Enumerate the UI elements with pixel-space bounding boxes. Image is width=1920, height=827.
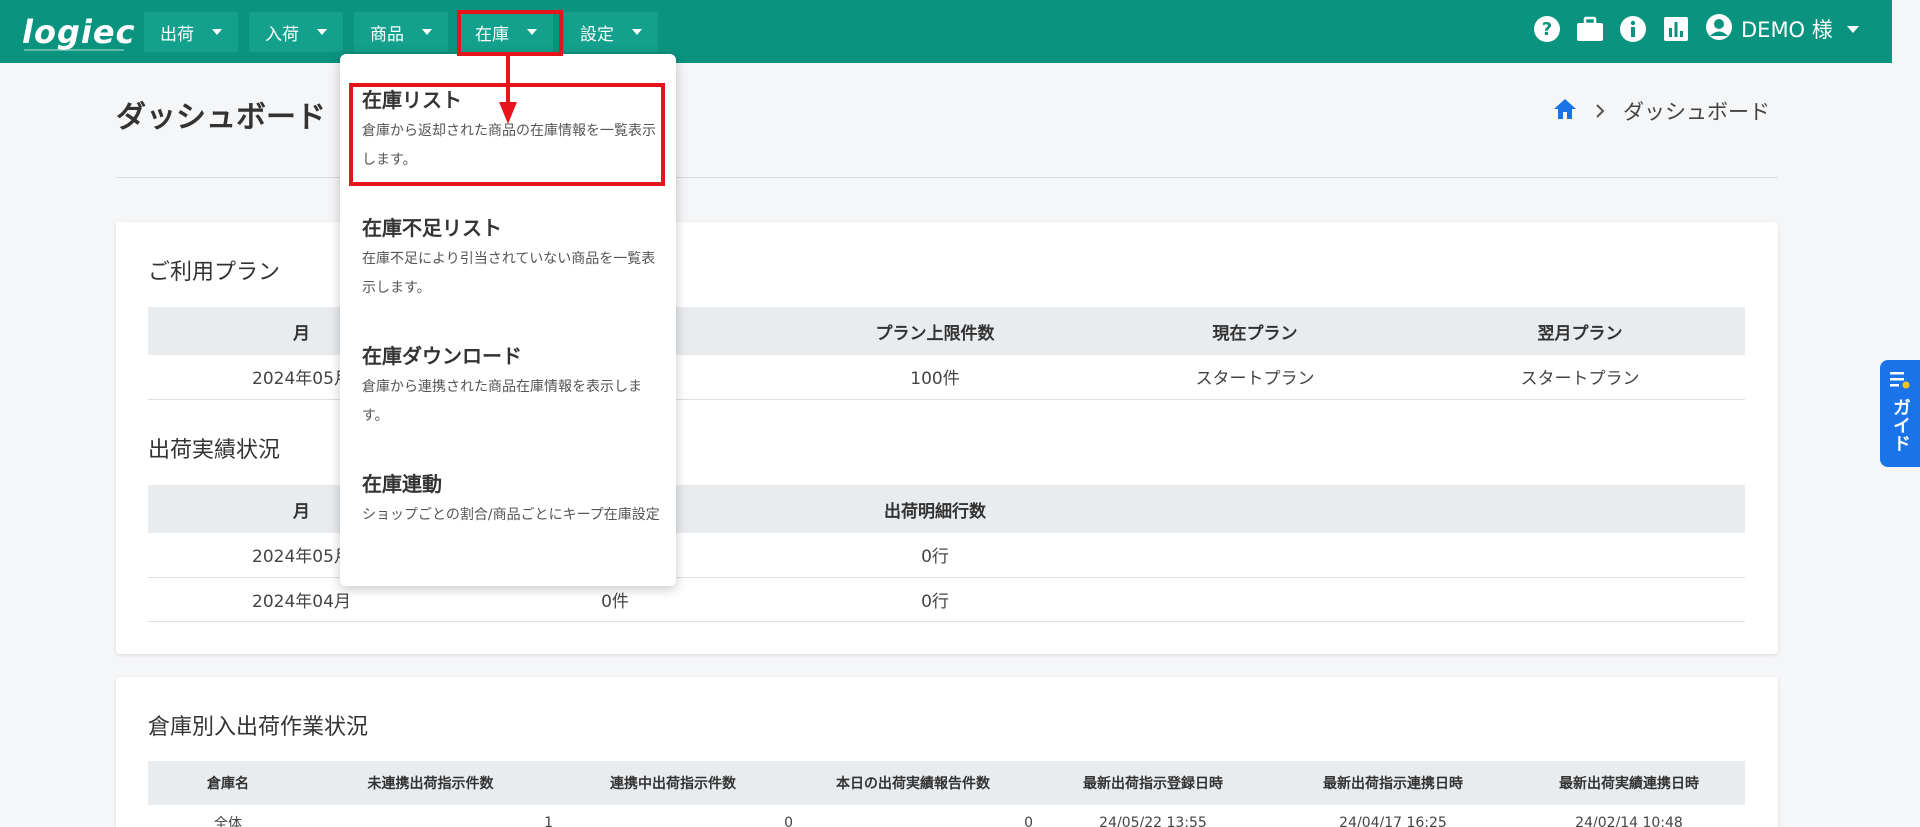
nav-label: 設定: [580, 24, 614, 45]
breadcrumb: ダッシュボード: [1553, 96, 1770, 126]
svg-text:?: ?: [1542, 19, 1552, 40]
top-navbar: logiec 出荷 入荷 商品 在庫 設定 ? DEMO 様: [0, 0, 1892, 63]
home-icon[interactable]: [1553, 98, 1577, 125]
chevron-down-icon: [422, 29, 432, 35]
warehouse-card: 倉庫別入出荷作業状況 倉庫名 未連携出荷指示件数 連携中出荷指示件数 本日の出荷…: [116, 677, 1778, 827]
table-cell: スタートプラン: [1415, 355, 1745, 400]
table-cell: 1: [308, 805, 553, 827]
page-title: ダッシュボード: [116, 100, 326, 135]
table-cell: 0行: [775, 533, 1095, 578]
table-cell: [1095, 577, 1745, 622]
chevron-down-icon: [632, 29, 642, 35]
menu-item-shortage-list[interactable]: 在庫不足リスト 在庫不足により引当されていない商品を一覧表示します。: [362, 212, 662, 303]
user-name: DEMO 様: [1741, 18, 1833, 42]
menu-item-desc: ショップごとの割合/商品ごとにキープ在庫設定: [362, 507, 660, 523]
table-row: 全体 1 0 0 24/05/22 13:55 24/04/17 16:25 2…: [148, 805, 1745, 827]
table-cell: 100件: [775, 355, 1095, 400]
briefcase-icon[interactable]: [1576, 15, 1604, 43]
menu-item-title: 在庫ダウンロード: [362, 344, 522, 368]
nav-products[interactable]: 商品: [354, 12, 448, 52]
warehouse-title: 倉庫別入出荷作業状況: [148, 715, 369, 740]
info-icon[interactable]: [1619, 15, 1647, 43]
menu-item-inventory-sync[interactable]: 在庫連動 ショップごとの割合/商品ごとにキープ在庫設定: [362, 468, 662, 530]
column-header: 倉庫名: [148, 761, 308, 805]
chevron-right-icon: [1595, 99, 1605, 123]
table-cell: 24/02/14 10:48: [1513, 805, 1745, 827]
menu-item-title: 在庫連動: [362, 472, 442, 496]
nav-label: 入荷: [265, 24, 299, 45]
user-menu[interactable]: DEMO 様: [1705, 13, 1859, 45]
column-header: 出荷明細行数: [775, 485, 1095, 533]
column-header: 翌月プラン: [1415, 307, 1745, 355]
nav-shipping[interactable]: 出荷: [144, 12, 238, 52]
column-header: 最新出荷指示登録日時: [1033, 761, 1273, 805]
breadcrumb-current: ダッシュボード: [1623, 100, 1770, 124]
guide-tab[interactable]: ガイド: [1880, 360, 1920, 467]
table-cell: 0行: [775, 577, 1095, 622]
nav-label: 商品: [370, 24, 404, 45]
guide-label: ガイド: [1890, 398, 1911, 452]
help-icon[interactable]: ?: [1533, 15, 1561, 43]
table-cell: 0: [793, 805, 1033, 827]
column-header: 最新出荷実績連携日時: [1513, 761, 1745, 805]
menu-item-desc: 倉庫から連携された商品在庫情報を表示します。: [362, 379, 642, 424]
column-header: プラン上限件数: [775, 307, 1095, 355]
nav-settings[interactable]: 設定: [564, 12, 658, 52]
nav-receiving[interactable]: 入荷: [249, 12, 343, 52]
column-header: 現在プラン: [1095, 307, 1415, 355]
menu-item-desc: 在庫不足により引当されていない商品を一覧表示します。: [362, 251, 656, 296]
column-header: 本日の出荷実績報告件数: [793, 761, 1033, 805]
column-header: [1095, 485, 1745, 533]
shipping-title: 出荷実績状況: [148, 438, 281, 463]
column-header: 未連携出荷指示件数: [308, 761, 553, 805]
avatar-icon: [1705, 13, 1733, 46]
menu-item-inventory-download[interactable]: 在庫ダウンロード 倉庫から連携された商品在庫情報を表示します。: [362, 340, 662, 431]
list-icon: [1889, 370, 1911, 394]
warehouse-table: 倉庫名 未連携出荷指示件数 連携中出荷指示件数 本日の出荷実績報告件数 最新出荷…: [148, 761, 1745, 827]
chart-icon[interactable]: [1662, 15, 1690, 43]
chevron-down-icon: [212, 29, 222, 35]
plan-title: ご利用プラン: [148, 260, 281, 285]
menu-item-title: 在庫不足リスト: [362, 216, 502, 240]
table-cell: 0: [553, 805, 793, 827]
column-header: 最新出荷指示連携日時: [1273, 761, 1513, 805]
red-arrow-icon: [499, 52, 517, 124]
nav-label: 出荷: [160, 24, 194, 45]
column-header: 連携中出荷指示件数: [553, 761, 793, 805]
table-cell: [1095, 533, 1745, 578]
table-cell: 24/05/22 13:55: [1033, 805, 1273, 827]
table-cell: 24/04/17 16:25: [1273, 805, 1513, 827]
chevron-down-icon: [1846, 25, 1859, 33]
table-cell: 全体: [148, 805, 308, 827]
table-cell: スタートプラン: [1095, 355, 1415, 400]
logiec-logo[interactable]: logiec: [22, 13, 136, 51]
chevron-down-icon: [317, 29, 327, 35]
